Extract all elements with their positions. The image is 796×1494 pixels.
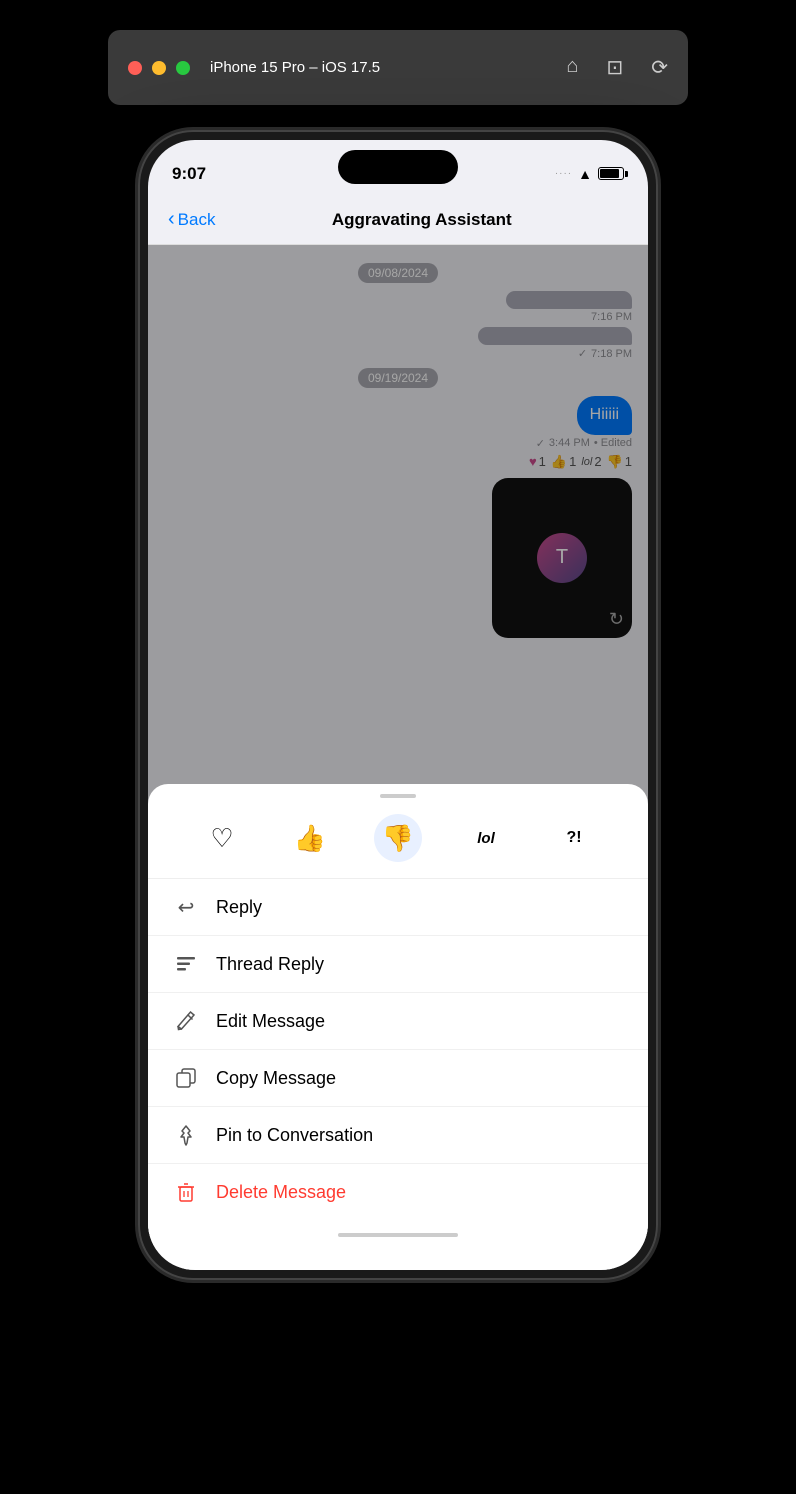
close-button[interactable] [128, 61, 142, 75]
menu-item-reply[interactable]: ↩ Reply [148, 879, 648, 936]
thread-reply-label: Thread Reply [216, 954, 324, 975]
edit-icon [172, 1007, 200, 1035]
reply-icon: ↩ [172, 893, 200, 921]
menu-item-edit[interactable]: Edit Message [148, 993, 648, 1050]
reaction-emphasis-btn[interactable]: ?! [550, 814, 598, 862]
thread-reply-icon [172, 950, 200, 978]
back-button[interactable]: ‹ Back [168, 208, 215, 231]
home-bar [338, 1233, 458, 1237]
copy-label: Copy Message [216, 1068, 336, 1089]
menu-item-copy[interactable]: Copy Message [148, 1050, 648, 1107]
battery-fill [600, 169, 619, 178]
phone-frame: 9:07 ···· ▲ ‹ Back Aggravating Assistant… [138, 130, 658, 1280]
menu-item-thread-reply[interactable]: Thread Reply [148, 936, 648, 993]
reply-label: Reply [216, 897, 262, 918]
menu-item-pin[interactable]: Pin to Conversation [148, 1107, 648, 1164]
screenshot-icon[interactable]: ⊡ [606, 55, 623, 80]
reaction-heart-btn[interactable]: ♡ [198, 814, 246, 862]
title-bar: iPhone 15 Pro – iOS 17.5 ⌂ ⊡ ⟳ [108, 30, 688, 105]
menu-list: ↩ Reply Thread Reply [148, 879, 648, 1220]
delete-icon [172, 1178, 200, 1206]
bottom-sheet: ♡ 👍 👎 lol ?! ↩ Reply [148, 784, 648, 1270]
home-indicator [148, 1220, 648, 1250]
nav-bar: ‹ Back Aggravating Assistant [148, 195, 648, 245]
pin-icon [172, 1121, 200, 1149]
status-time: 9:07 [172, 164, 206, 184]
fullscreen-button[interactable] [176, 61, 190, 75]
sheet-handle [380, 794, 416, 798]
status-right: ···· ▲ [555, 166, 624, 182]
battery-icon [598, 167, 624, 180]
back-chevron-icon: ‹ [168, 208, 175, 231]
reaction-picker: ♡ 👍 👎 lol ?! [148, 814, 648, 879]
reaction-thumbsdown-btn[interactable]: 👎 [374, 814, 422, 862]
copy-icon [172, 1064, 200, 1092]
menu-item-delete[interactable]: Delete Message [148, 1164, 648, 1220]
pin-label: Pin to Conversation [216, 1125, 373, 1146]
reaction-thumbsup-btn[interactable]: 👍 [286, 814, 334, 862]
delete-label: Delete Message [216, 1182, 346, 1203]
reaction-lol-btn[interactable]: lol [462, 814, 510, 862]
status-bar: 9:07 ···· ▲ [148, 140, 648, 195]
rotate-icon[interactable]: ⟳ [651, 55, 668, 80]
title-bar-icons: ⌂ ⊡ ⟳ [566, 55, 668, 80]
chat-area: 09/08/2024 7:16 PM ✓ 7:18 PM [148, 245, 648, 1270]
dynamic-island [338, 150, 458, 184]
back-label: Back [178, 210, 216, 230]
minimize-button[interactable] [152, 61, 166, 75]
window-title: iPhone 15 Pro – iOS 17.5 [210, 59, 556, 76]
edit-label: Edit Message [216, 1011, 325, 1032]
wifi-icon: ▲ [578, 166, 592, 182]
nav-title: Aggravating Assistant [215, 210, 628, 230]
signal-dots: ···· [555, 168, 572, 179]
phone-screen: 9:07 ···· ▲ ‹ Back Aggravating Assistant… [148, 140, 648, 1270]
home-icon[interactable]: ⌂ [566, 55, 578, 80]
